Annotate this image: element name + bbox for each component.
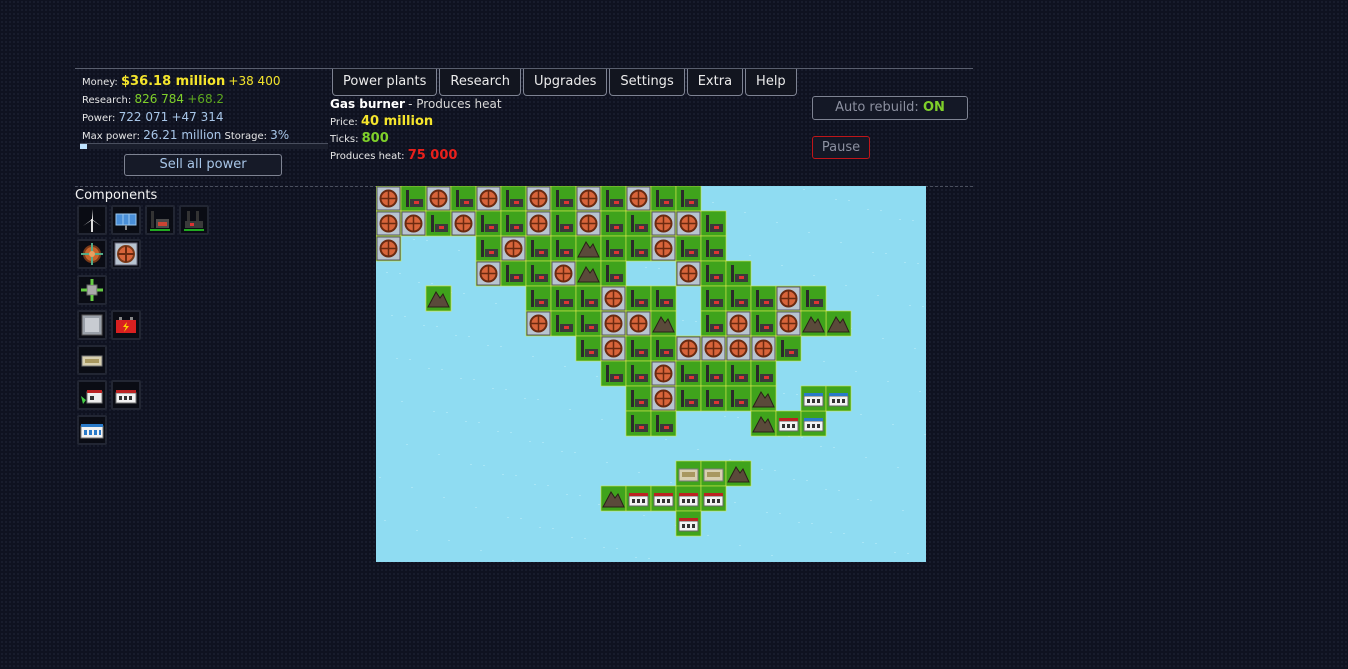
money-row: Money: $36.18 million +38 400 <box>82 73 332 91</box>
research-row: Research: 826 784 +68.2 <box>82 91 332 109</box>
info-price-value: 40 million <box>360 114 434 129</box>
power-storage-bar <box>80 143 328 149</box>
wind-turbine-icon <box>83 209 101 232</box>
component-office[interactable] <box>111 380 141 410</box>
info-title: Gas burner <box>330 97 405 111</box>
research-income: +68.2 <box>187 92 225 106</box>
research-value: 826 784 <box>134 92 185 106</box>
info-price-label: Price: <box>330 117 358 128</box>
power-storage-fill <box>80 144 88 149</box>
bank-icon <box>80 424 104 439</box>
component-battery[interactable] <box>111 310 141 340</box>
component-heat-inlet[interactable] <box>111 239 141 269</box>
info-ticks-row: Ticks: 800 <box>330 131 502 148</box>
battery-icon <box>116 317 136 333</box>
auto-rebuild-toggle[interactable]: Auto rebuild: ON <box>812 96 968 120</box>
component-wind-turbine[interactable] <box>77 205 107 235</box>
money-label: Money: <box>82 77 118 88</box>
component-coal-burner[interactable] <box>145 205 175 235</box>
component-water-pump[interactable] <box>77 310 107 340</box>
auto-rebuild-state: ON <box>922 100 945 115</box>
tab-extra[interactable]: Extra <box>686 69 744 96</box>
money-value: $36.18 million <box>120 74 226 89</box>
power-label: Power: <box>82 113 116 124</box>
components-title: Components <box>75 188 158 203</box>
lab-icon <box>81 390 103 404</box>
coal-burner-icon <box>150 211 170 231</box>
stats-panel: Money: $36.18 million +38 400 Research: … <box>82 73 332 145</box>
component-lab[interactable] <box>77 380 107 410</box>
info-heat-value: 75 000 <box>407 148 458 163</box>
tab-power-plants[interactable]: Power plants <box>332 69 438 96</box>
research-label: Research: <box>82 95 132 106</box>
main-tabs: Power plants Research Upgrades Settings … <box>332 69 797 96</box>
game-map[interactable] <box>376 186 926 562</box>
heat-inlet-icon <box>114 242 138 266</box>
storage-label: Storage: <box>224 131 267 142</box>
solar-panel-icon <box>115 213 137 230</box>
info-description: - Produces heat <box>408 97 502 111</box>
info-heat-label: Produces heat: <box>330 151 405 162</box>
power-value: 722 071 <box>118 110 169 124</box>
heat-exchanger-icon <box>81 243 103 265</box>
info-heat-row: Produces heat: 75 000 <box>330 148 502 165</box>
info-ticks-label: Ticks: <box>330 134 359 145</box>
info-header: Gas burner - Produces heat <box>330 96 502 114</box>
component-gas-burner[interactable] <box>179 205 209 235</box>
tab-help[interactable]: Help <box>745 69 797 96</box>
storage-value: 3% <box>270 128 290 142</box>
tab-upgrades[interactable]: Upgrades <box>523 69 608 96</box>
heat-outlet-icon <box>81 279 103 301</box>
power-income: +47 314 <box>171 110 224 124</box>
tab-research[interactable]: Research <box>439 69 522 96</box>
money-income: +38 400 <box>228 74 281 88</box>
component-generator[interactable] <box>77 345 107 375</box>
tab-settings[interactable]: Settings <box>609 69 685 96</box>
water-pump-icon <box>81 314 103 336</box>
component-heat-exchanger[interactable] <box>77 239 107 269</box>
pause-button[interactable]: Pause <box>812 136 870 159</box>
power-row: Power: 722 071 +47 314 <box>82 109 332 127</box>
auto-rebuild-label: Auto rebuild: <box>835 100 919 115</box>
gas-burner-icon <box>184 211 204 231</box>
maxpower-label: Max power: <box>82 131 140 142</box>
info-ticks-value: 800 <box>361 131 389 146</box>
component-bank[interactable] <box>77 415 107 445</box>
info-price-row: Price: 40 million <box>330 114 502 131</box>
component-heat-outlet[interactable] <box>77 275 107 305</box>
component-solar-panel[interactable] <box>111 205 141 235</box>
component-info: Gas burner - Produces heat Price: 40 mil… <box>330 96 502 165</box>
office-icon <box>115 390 137 404</box>
game-frame: Money: $36.18 million +38 400 Research: … <box>75 68 973 668</box>
maxpower-value: 26.21 million <box>143 128 222 142</box>
generator-icon <box>81 355 103 367</box>
sell-all-power-button[interactable]: Sell all power <box>124 154 282 176</box>
map-grid[interactable] <box>376 186 926 562</box>
